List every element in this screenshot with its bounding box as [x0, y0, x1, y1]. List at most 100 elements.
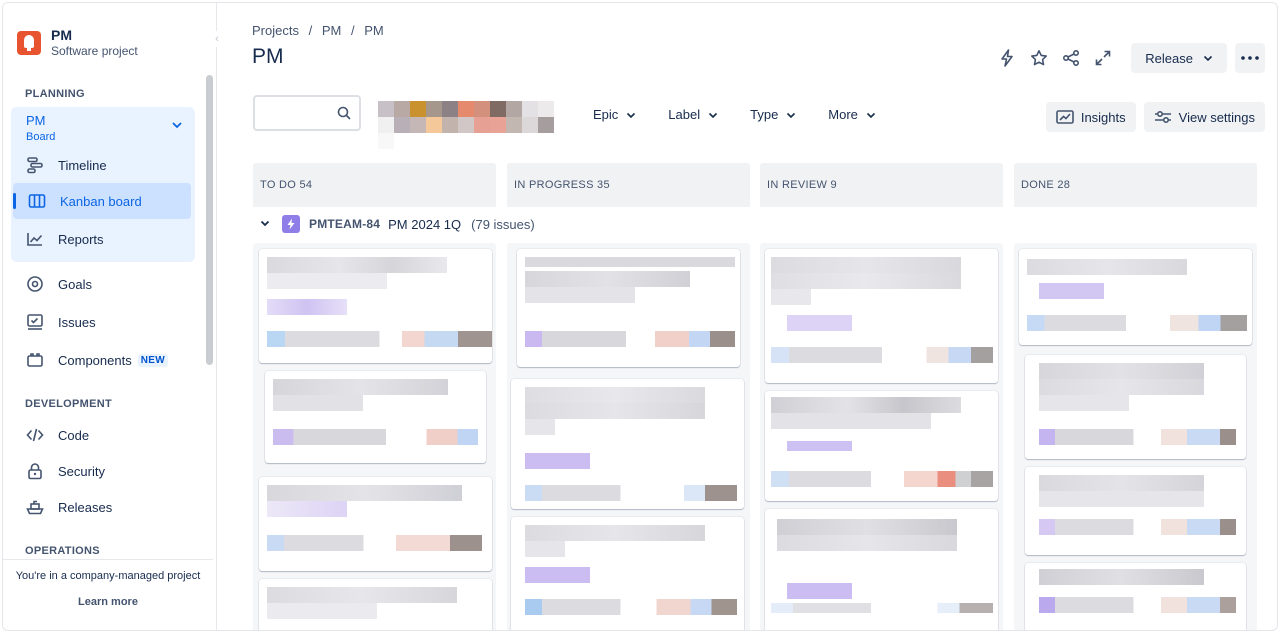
- sidebar-item-releases[interactable]: Releases: [11, 489, 195, 525]
- filter-label-dropdown[interactable]: Label: [668, 107, 718, 122]
- main-content: Projects / PM / PM PM Release Epic Label…: [218, 3, 1277, 630]
- epic-key[interactable]: PMTEAM-84: [309, 217, 380, 231]
- project-name: PM: [51, 27, 72, 43]
- more-actions-button[interactable]: [1235, 43, 1265, 73]
- automation-lightning-icon[interactable]: [995, 46, 1019, 70]
- star-icon[interactable]: [1027, 46, 1051, 70]
- assignee-avatars[interactable]: [378, 101, 568, 149]
- components-icon: [25, 350, 45, 370]
- timeline-icon: [25, 155, 45, 175]
- insights-chart-icon: [1056, 110, 1074, 124]
- issue-card[interactable]: [259, 579, 492, 630]
- issue-card[interactable]: [511, 517, 744, 630]
- chevron-down-icon[interactable]: [171, 119, 183, 134]
- epic-lightning-icon: [282, 215, 300, 233]
- page-title: PM: [252, 45, 284, 68]
- issue-card[interactable]: [511, 379, 744, 509]
- lock-icon: [25, 461, 45, 481]
- issue-card[interactable]: [259, 477, 492, 571]
- sidebar-item-code[interactable]: Code: [11, 417, 195, 453]
- issue-card[interactable]: [765, 249, 998, 383]
- issue-card[interactable]: [765, 509, 998, 630]
- header-actions: Release: [995, 43, 1265, 73]
- column-header-in-review[interactable]: IN REVIEW 9: [760, 163, 1003, 207]
- new-badge: NEW: [137, 353, 168, 367]
- breadcrumb: Projects / PM / PM: [252, 23, 390, 38]
- filter-more[interactable]: More: [828, 107, 876, 122]
- sidebar-footer: You're in a company-managed project Lear…: [3, 559, 213, 608]
- company-managed-text: You're in a company-managed project: [15, 570, 201, 582]
- goals-icon: [25, 274, 45, 294]
- board-tools: Insights View settings: [1045, 102, 1265, 132]
- column-header-done[interactable]: DONE 28: [1014, 163, 1257, 207]
- issue-card[interactable]: [1019, 249, 1252, 345]
- sidebar-item-goals[interactable]: Goals: [11, 266, 195, 302]
- sidebar-item-reports[interactable]: Reports: [11, 221, 195, 257]
- chevron-down-icon: [787, 112, 796, 118]
- chevron-down-icon: [866, 112, 875, 118]
- board-icon: [27, 191, 47, 211]
- insights-label: Insights: [1080, 109, 1126, 125]
- sidebar-item-issues[interactable]: Issues: [11, 304, 195, 340]
- board-group-title[interactable]: PM: [26, 113, 46, 129]
- swimlane-header[interactable]: PMTEAM-84 PM 2024 1Q (79 issues): [260, 215, 535, 233]
- search-input[interactable]: [253, 95, 361, 131]
- more-dots-icon: [1241, 56, 1259, 60]
- sidebar-item-label: Reports: [58, 231, 104, 247]
- filter-label: Epic: [593, 107, 619, 122]
- filter-epic[interactable]: Epic: [593, 107, 636, 122]
- board-group-subtitle: Board: [26, 131, 56, 143]
- sidebar-item-label: Components: [58, 352, 132, 368]
- project-type: Software project: [51, 44, 138, 58]
- release-label: Release: [1145, 50, 1193, 66]
- release-button[interactable]: Release: [1131, 43, 1227, 73]
- column-header-todo[interactable]: TO DO 54: [253, 163, 496, 207]
- ship-icon: [25, 497, 45, 517]
- filter-label: More: [828, 107, 858, 122]
- sidebar-scrollbar[interactable]: [206, 75, 213, 365]
- sidebar-item-label: Timeline: [58, 157, 107, 173]
- issue-card[interactable]: [1025, 467, 1246, 555]
- breadcrumb-board[interactable]: PM: [364, 23, 384, 38]
- breadcrumb-separator: /: [308, 23, 313, 38]
- epic-name: PM 2024 1Q: [388, 216, 462, 232]
- filter-label: Label: [668, 107, 701, 122]
- sidebar-item-kanban-board[interactable]: Kanban board: [13, 183, 191, 219]
- issue-card[interactable]: [765, 391, 998, 501]
- issue-card[interactable]: [1025, 563, 1246, 630]
- breadcrumb-projects[interactable]: Projects: [252, 23, 299, 38]
- chevron-down-icon[interactable]: [260, 218, 270, 231]
- filter-type[interactable]: Type: [750, 107, 796, 122]
- share-icon[interactable]: [1059, 46, 1083, 70]
- sidebar-item-label: Releases: [58, 499, 113, 515]
- settings-sliders-icon: [1154, 110, 1171, 124]
- issue-card[interactable]: [259, 249, 492, 363]
- search-icon: [337, 106, 351, 125]
- issues-icon: [25, 312, 45, 332]
- issue-card[interactable]: [1025, 355, 1246, 459]
- sidebar-item-label: Kanban board: [60, 193, 142, 209]
- issue-card[interactable]: [265, 371, 486, 463]
- insights-button[interactable]: Insights: [1045, 102, 1136, 132]
- chevron-down-icon: [709, 112, 718, 118]
- sidebar-item-security[interactable]: Security: [11, 453, 195, 489]
- filter-bar: Epic Label Type More: [593, 107, 876, 122]
- sidebar: PM Software project ‹ PLANNING PM Board …: [3, 3, 225, 630]
- code-icon: [25, 425, 45, 445]
- sidebar-item-label: Goals: [58, 276, 92, 292]
- view-settings-label: View settings: [1178, 109, 1255, 125]
- column-header-in-progress[interactable]: IN PROGRESS 35: [507, 163, 750, 207]
- sidebar-item-timeline[interactable]: Timeline: [11, 147, 195, 183]
- project-header[interactable]: PM Software project: [17, 27, 138, 58]
- sidebar-item-label: Issues: [58, 314, 96, 330]
- chevron-down-icon: [1203, 55, 1213, 62]
- planning-heading: PLANNING: [25, 88, 85, 100]
- issue-card[interactable]: [517, 249, 740, 367]
- operations-heading: OPERATIONS: [25, 545, 100, 557]
- learn-more-link[interactable]: Learn more: [3, 596, 213, 608]
- breadcrumb-project[interactable]: PM: [322, 23, 342, 38]
- sidebar-item-components[interactable]: Components NEW: [11, 342, 195, 378]
- fullscreen-icon[interactable]: [1091, 46, 1115, 70]
- view-settings-button[interactable]: View settings: [1143, 102, 1265, 132]
- reports-icon: [25, 229, 45, 249]
